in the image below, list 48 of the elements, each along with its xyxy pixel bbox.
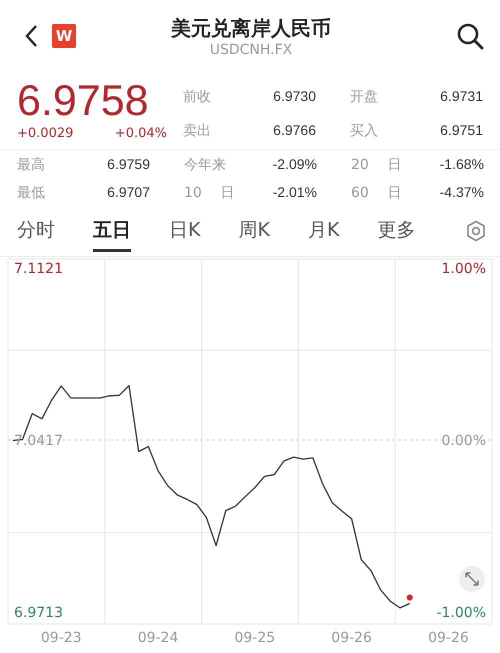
field-value: 6.9766	[273, 122, 316, 140]
stat-value: 6.9707	[107, 184, 150, 202]
page-title: 美元兑离岸人民币	[171, 15, 331, 42]
stat-label: 60 日	[351, 184, 402, 202]
back-icon[interactable]	[24, 24, 38, 48]
chart-tab[interactable]: 周K	[238, 216, 270, 252]
stat-label: 20 日	[351, 156, 402, 174]
chart-tab[interactable]: 日K	[169, 216, 200, 252]
date-axis-label: 09-23	[40, 630, 82, 646]
price-axis-label: 7.1121	[14, 261, 63, 278]
stat-label: 今年来	[184, 156, 226, 174]
chart-tab[interactable]: 更多	[377, 216, 416, 252]
stat-value: -1.68%	[440, 156, 484, 174]
field-label: 开盘	[350, 88, 378, 107]
price-axis-label: 6.9713	[14, 605, 63, 622]
settings-icon[interactable]	[466, 220, 486, 242]
date-axis-label: 09-25	[234, 630, 276, 646]
field-value: 6.9751	[440, 122, 483, 140]
chart-tab[interactable]: 月K	[308, 216, 340, 252]
field-value: 6.9730	[273, 88, 316, 106]
stat-value: -2.01%	[272, 184, 317, 202]
percent-axis-label: -1.00%	[436, 605, 486, 622]
date-axis-label: 09-26	[428, 630, 469, 646]
stat-value: -4.37%	[440, 184, 484, 202]
percent-axis-label: 1.00%	[442, 261, 486, 278]
stat-label: 最低	[17, 184, 45, 202]
date-axis-label: 09-24	[138, 630, 178, 646]
stat-value: 6.9759	[107, 156, 150, 174]
stat-label: 10 日	[184, 184, 234, 202]
field-label: 卖出	[183, 122, 211, 140]
current-price: 6.9758	[17, 78, 150, 124]
stat-value: -2.09%	[272, 156, 317, 174]
field-label: 买入	[350, 122, 378, 140]
current-point-dot	[406, 594, 413, 600]
app-logo: W	[52, 24, 76, 48]
date-axis-label: 09-26	[331, 630, 372, 646]
chart-tab[interactable]: 五日	[93, 216, 131, 252]
search-icon[interactable]	[456, 22, 484, 50]
percent-axis-label: 0.00%	[442, 433, 486, 450]
field-value: 6.9731	[440, 88, 483, 106]
chart-tab[interactable]: 分时	[17, 216, 55, 252]
field-label: 前收	[183, 88, 211, 107]
percent-change: +0.04%	[114, 126, 167, 141]
price-change: +0.0029	[17, 126, 74, 141]
stat-label: 最高	[17, 156, 45, 174]
ticker-symbol: USDCNH.FX	[210, 42, 292, 58]
fullscreen-icon[interactable]	[459, 566, 485, 592]
price-axis-label: 7.0417	[14, 433, 63, 450]
